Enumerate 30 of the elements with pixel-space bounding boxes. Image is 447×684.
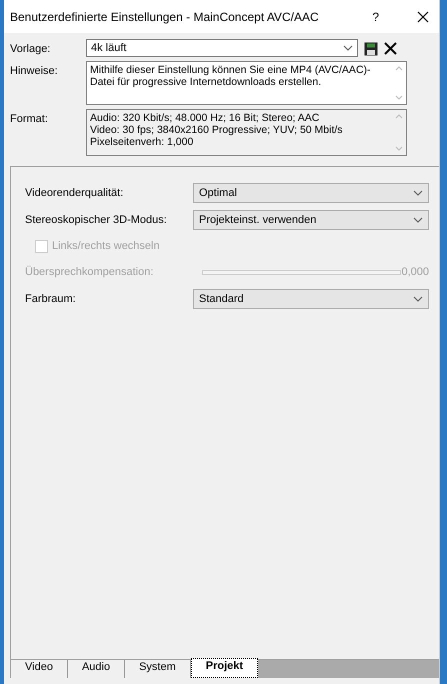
field-label: Vorlage: bbox=[10, 42, 52, 55]
chevron-down-icon bbox=[413, 190, 423, 196]
slider-reading: 0,000 bbox=[401, 266, 429, 278]
setting-dropdown[interactable]: Projekteinst. verwenden bbox=[193, 210, 429, 230]
setting-label: Videorenderqualität: bbox=[25, 186, 124, 198]
notes-box[interactable]: Mithilfe dieser Einstellung können Sie eine MP4 (AVC/AAC)-Datei für progressive Internetdownloads erstellen. bbox=[86, 61, 407, 105]
field-label: Format: bbox=[10, 112, 49, 125]
template-dropdown[interactable]: 4k läuft bbox=[86, 39, 358, 57]
scroll-down-icon[interactable] bbox=[395, 95, 403, 100]
setting-dropdown[interactable]: Optimal bbox=[193, 182, 429, 202]
window-title: Benutzerdefinierte Einstellungen - MainConcept AVC/AAC bbox=[10, 10, 320, 24]
field-label: Hinweise: bbox=[10, 64, 59, 77]
scroll-up-icon[interactable] bbox=[395, 66, 403, 71]
save-icon[interactable] bbox=[364, 42, 378, 56]
help-button[interactable]: ? bbox=[372, 10, 379, 24]
chevron-down-icon bbox=[343, 45, 353, 51]
setting-label: Farbraum: bbox=[25, 292, 77, 304]
chevron-down-icon bbox=[413, 216, 423, 222]
scroll-down-icon[interactable] bbox=[395, 146, 403, 151]
tab[interactable]: Projekt bbox=[190, 658, 258, 678]
scroll-up-icon[interactable] bbox=[395, 114, 403, 119]
chevron-down-icon bbox=[413, 296, 423, 302]
close-icon[interactable] bbox=[417, 10, 429, 22]
setting-label: Übersprechkompensation: bbox=[25, 266, 154, 278]
setting-label: Stereoskopischer 3D-Modus: bbox=[25, 214, 168, 226]
delete-icon[interactable] bbox=[384, 42, 397, 55]
format-line: Video: 30 fps; 3840x2160 Progressive; YUV; 50 Mbit/s bbox=[90, 124, 344, 136]
format-line: Audio: 320 Kbit/s; 48.000 Hz; 16 Bit; Stereo; AAC bbox=[90, 112, 320, 124]
setting-dropdown[interactable]: Standard bbox=[193, 288, 429, 308]
format-line: Pixelseitenverh: 1,000 bbox=[90, 136, 194, 148]
